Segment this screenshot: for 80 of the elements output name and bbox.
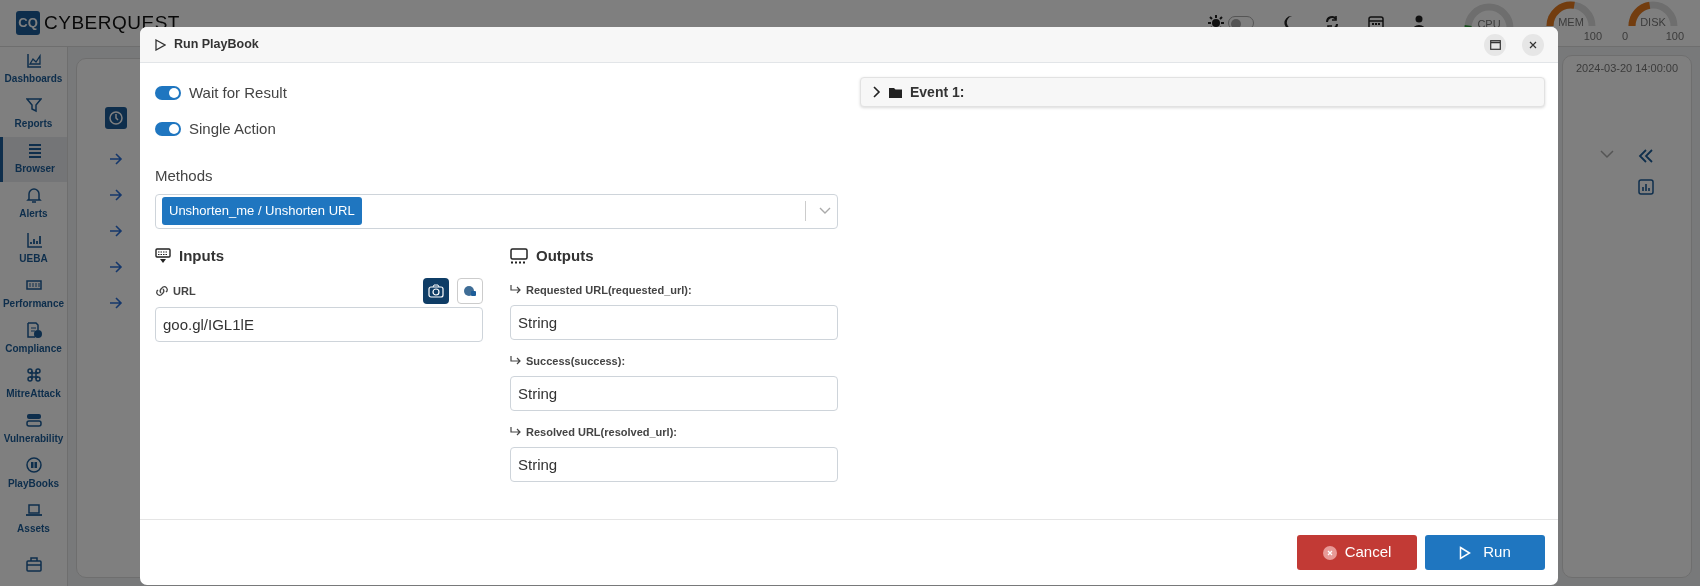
monitor-icon [510, 247, 528, 264]
gauge-scale-label: 100 [1665, 29, 1684, 45]
methods-select[interactable]: Unshorten_me / Unshorten URL [155, 193, 838, 229]
sidebar-item[interactable]: Alerts [0, 181, 67, 227]
server-icon [25, 411, 42, 428]
sidebar-item[interactable]: Compliance [0, 316, 67, 362]
method-tag: Unshorten_me / Unshorten URL [162, 197, 362, 225]
sidebar-item[interactable]: Reports [0, 91, 67, 137]
command-icon [25, 366, 42, 383]
maximize-icon [1489, 39, 1501, 50]
inputs-heading: Inputs [179, 245, 224, 266]
bell-icon [25, 187, 42, 204]
output-field[interactable]: String [510, 376, 838, 411]
input-label: URL [173, 283, 196, 299]
dashboard-icon [25, 52, 42, 69]
sidebar-item[interactable]: MitreAttack [0, 361, 67, 407]
arrow-right-icon [109, 189, 123, 201]
chevron-down-icon [819, 207, 831, 215]
toggle-switch[interactable] [155, 122, 181, 136]
modal-title: Run PlayBook [174, 36, 260, 54]
gauge-scale-label: 100 [1583, 29, 1602, 45]
return-arrow-icon [510, 285, 522, 295]
camera-icon [428, 284, 444, 298]
cancel-button[interactable]: Cancel [1297, 535, 1417, 570]
output-label: Requested URL(requested_url): [526, 282, 692, 298]
methods-label: Methods [155, 166, 214, 186]
double-chevron-left-icon[interactable] [1638, 148, 1654, 163]
input-field[interactable]: goo.gl/IGL1lE [155, 307, 483, 342]
output-label: Success(success): [526, 353, 626, 369]
output-label: Resolved URL(resolved_url): [526, 424, 677, 440]
chevron-right-icon [871, 86, 881, 98]
gauge-scale-label: 0 [1622, 29, 1629, 45]
logo-mark: CQ [16, 11, 40, 35]
outputs-heading: Outputs [536, 245, 594, 266]
folder-icon [889, 86, 902, 98]
sidebar-item[interactable]: UEBA [0, 226, 67, 272]
close-icon [1529, 40, 1537, 49]
list-icon [27, 142, 43, 159]
arrow-right-icon [109, 297, 123, 309]
timeline-label: 2024-03-20 14:00:00 [1575, 61, 1679, 76]
filter-icon [25, 97, 42, 114]
gauge-label: MEM [1558, 17, 1584, 29]
camera-button[interactable] [423, 278, 449, 304]
laptop-icon [25, 501, 42, 518]
play-icon [1459, 545, 1472, 560]
pause-icon [25, 456, 42, 473]
toggle-switch[interactable] [155, 86, 181, 100]
arrow-right-icon [109, 261, 123, 273]
database-icon [463, 285, 477, 297]
output-field[interactable]: String [510, 305, 838, 340]
toggle-label: Wait for Result [189, 82, 287, 103]
arrow-right-icon [109, 225, 123, 237]
play-icon [154, 38, 166, 51]
sidebar-item[interactable]: Dashboards [0, 47, 67, 92]
document-check-icon [25, 322, 42, 338]
sidebar-item[interactable]: Vulnerability [0, 406, 67, 452]
close-button[interactable] [1522, 33, 1544, 56]
arrow-right-icon [109, 153, 123, 165]
keyboard-icon [155, 247, 171, 264]
database-button[interactable] [457, 278, 483, 304]
chart-icon[interactable] [1638, 178, 1654, 195]
sidebar-item[interactable]: Performance [0, 271, 67, 317]
close-circle-icon [1322, 545, 1337, 560]
return-arrow-icon [510, 356, 522, 366]
sidebar-item[interactable]: Browser [0, 136, 67, 182]
sidebar-item[interactable]: PlayBooks [0, 451, 67, 497]
run-button[interactable]: Run [1425, 535, 1545, 570]
briefcase-icon [25, 555, 42, 572]
sidebar-item[interactable]: Assets [0, 496, 67, 542]
link-icon [155, 285, 169, 297]
event-accordion[interactable]: Event 1: [860, 77, 1545, 107]
maximize-button[interactable] [1484, 33, 1506, 56]
clock-icon [105, 107, 127, 129]
bar-chart-icon [25, 232, 42, 249]
gauge-label: DISK [1640, 17, 1666, 29]
output-field[interactable]: String [510, 447, 838, 482]
chevron-down-icon [1600, 148, 1614, 159]
logo-text: CYBERQUEST [44, 10, 180, 35]
toggle-label: Single Action [189, 118, 276, 139]
return-arrow-icon [510, 427, 522, 437]
